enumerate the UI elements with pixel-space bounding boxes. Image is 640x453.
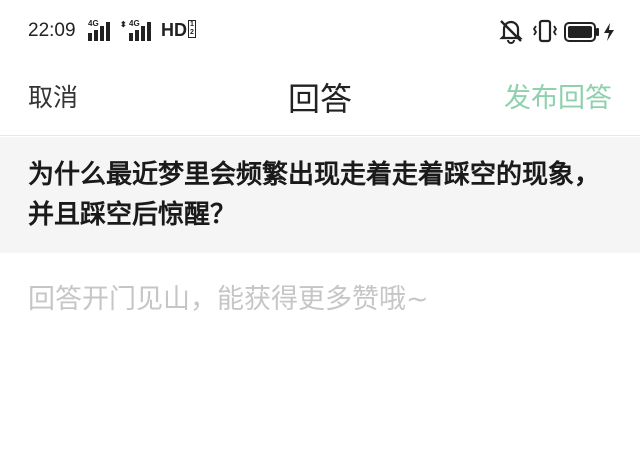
mute-bell-icon: [499, 20, 523, 44]
signal-icon-sim2: ⬍ 4G: [120, 19, 160, 43]
question-title: 为什么最近梦里会频繁出现走着走着踩空的现象，并且踩空后惊醒？: [28, 160, 601, 230]
status-bar: 22:09 4G ⬍ 4G HD 1 2: [0, 0, 640, 64]
nav-bar: 取消 回答 发布回答: [0, 64, 640, 136]
vibrate-icon: [532, 19, 558, 43]
network-type-label: 4G: [129, 19, 140, 28]
question-block: 为什么最近梦里会频繁出现走着走着踩空的现象，并且踩空后惊醒？: [0, 137, 640, 253]
publish-answer-button[interactable]: 发布回答: [504, 76, 612, 115]
network-type-label: 4G: [88, 19, 99, 28]
answer-input[interactable]: [28, 280, 613, 430]
status-time: 22:09: [28, 20, 76, 41]
charging-icon: [604, 23, 614, 41]
hd-voice-icon: HD 1 2: [161, 20, 196, 41]
battery-icon: [564, 22, 599, 42]
signal-icon-sim1: 4G: [88, 19, 116, 43]
